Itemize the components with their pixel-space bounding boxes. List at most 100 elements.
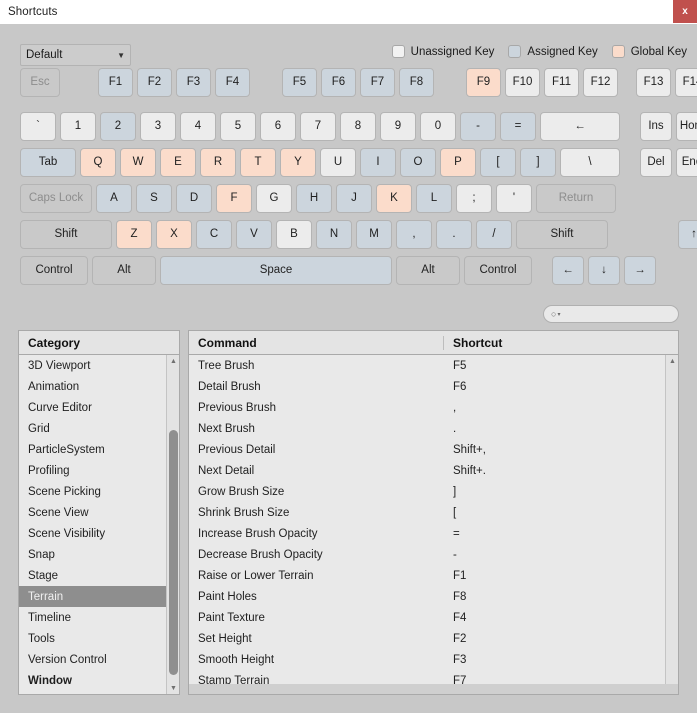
key-f5[interactable]: F5: [282, 68, 317, 97]
category-scrollbar[interactable]: ▲ ▼: [166, 355, 179, 694]
list-item[interactable]: Version Control: [19, 649, 179, 670]
key-tab[interactable]: Tab: [20, 148, 76, 177]
key-;[interactable]: ;: [456, 184, 492, 213]
key-h[interactable]: H: [296, 184, 332, 213]
scroll-up-icon[interactable]: ▲: [666, 355, 678, 368]
key-del[interactable]: Del: [640, 148, 672, 177]
key-f11[interactable]: F11: [544, 68, 579, 97]
key--[interactable]: -: [460, 112, 496, 141]
key-,[interactable]: ,: [396, 220, 432, 249]
key-←[interactable]: ←: [552, 256, 584, 285]
list-item[interactable]: Scene Picking: [19, 481, 179, 502]
key-f2[interactable]: F2: [137, 68, 172, 97]
list-item[interactable]: Timeline: [19, 607, 179, 628]
key-8[interactable]: 8: [340, 112, 376, 141]
table-row[interactable]: Detail Brush F6: [189, 376, 678, 397]
key-'[interactable]: ': [496, 184, 532, 213]
key-2[interactable]: 2: [100, 112, 136, 141]
key-1[interactable]: 1: [60, 112, 96, 141]
list-item[interactable]: Stage: [19, 565, 179, 586]
key-/[interactable]: /: [476, 220, 512, 249]
key-f12[interactable]: F12: [583, 68, 618, 97]
key-l[interactable]: L: [416, 184, 452, 213]
table-row[interactable]: Smooth Height F3: [189, 649, 678, 670]
key-shift[interactable]: Shift: [20, 220, 112, 249]
key-b[interactable]: B: [276, 220, 312, 249]
key-z[interactable]: Z: [116, 220, 152, 249]
key-f3[interactable]: F3: [176, 68, 211, 97]
key-f[interactable]: F: [216, 184, 252, 213]
key-c[interactable]: C: [196, 220, 232, 249]
key-f10[interactable]: F10: [505, 68, 540, 97]
key-i[interactable]: I: [360, 148, 396, 177]
key-v[interactable]: V: [236, 220, 272, 249]
key-f13[interactable]: F13: [636, 68, 671, 97]
key-f6[interactable]: F6: [321, 68, 356, 97]
list-item[interactable]: Grid: [19, 418, 179, 439]
key-x[interactable]: X: [156, 220, 192, 249]
key-n[interactable]: N: [316, 220, 352, 249]
scroll-up-icon[interactable]: ▲: [167, 355, 179, 368]
table-row[interactable]: Tree Brush F5: [189, 355, 678, 376]
table-row[interactable]: Previous Detail Shift+,: [189, 439, 678, 460]
scroll-down-icon[interactable]: ▼: [167, 682, 179, 694]
key-←[interactable]: ←: [540, 112, 620, 141]
key-a[interactable]: A: [96, 184, 132, 213]
search-field[interactable]: ○ ▾: [543, 305, 679, 323]
list-item[interactable]: Profiling: [19, 460, 179, 481]
command-scrollbar[interactable]: ▲ ▼: [665, 355, 678, 694]
search-input[interactable]: [564, 307, 665, 321]
key-`[interactable]: `: [20, 112, 56, 141]
key-k[interactable]: K: [376, 184, 412, 213]
key-f14[interactable]: F14: [675, 68, 697, 97]
key-hom[interactable]: Hom: [676, 112, 697, 141]
list-item[interactable]: Animation: [19, 376, 179, 397]
list-item[interactable]: ParticleSystem: [19, 439, 179, 460]
table-row[interactable]: Decrease Brush Opacity -: [189, 544, 678, 565]
table-row[interactable]: Increase Brush Opacity =: [189, 523, 678, 544]
key-.[interactable]: .: [436, 220, 472, 249]
list-item[interactable]: Scene View: [19, 502, 179, 523]
key-alt[interactable]: Alt: [92, 256, 156, 285]
list-item[interactable]: Tools: [19, 628, 179, 649]
table-row[interactable]: Set Height F2: [189, 628, 678, 649]
key-f7[interactable]: F7: [360, 68, 395, 97]
key-↑[interactable]: ↑: [678, 220, 697, 249]
key-↓[interactable]: ↓: [588, 256, 620, 285]
close-icon[interactable]: x: [673, 0, 697, 23]
key-s[interactable]: S: [136, 184, 172, 213]
command-scrollbar-thumb[interactable]: [668, 371, 677, 671]
key-0[interactable]: 0: [420, 112, 456, 141]
list-item[interactable]: Terrain: [19, 586, 179, 607]
list-item[interactable]: Snap: [19, 544, 179, 565]
list-item[interactable]: Curve Editor: [19, 397, 179, 418]
table-row[interactable]: Paint Holes F8: [189, 586, 678, 607]
table-row[interactable]: Paint Texture F4: [189, 607, 678, 628]
table-row[interactable]: Raise or Lower Terrain F1: [189, 565, 678, 586]
key-f8[interactable]: F8: [399, 68, 434, 97]
key-g[interactable]: G: [256, 184, 292, 213]
key-j[interactable]: J: [336, 184, 372, 213]
key-u[interactable]: U: [320, 148, 356, 177]
key-→[interactable]: →: [624, 256, 656, 285]
list-item[interactable]: Scene Visibility: [19, 523, 179, 544]
key-][interactable]: ]: [520, 148, 556, 177]
table-row[interactable]: Grow Brush Size]: [189, 481, 678, 502]
key-f9[interactable]: F9: [466, 68, 501, 97]
list-item[interactable]: 3D Viewport: [19, 355, 179, 376]
key-q[interactable]: Q: [80, 148, 116, 177]
key-end[interactable]: End: [676, 148, 697, 177]
key-f1[interactable]: F1: [98, 68, 133, 97]
table-row[interactable]: Shrink Brush Size [: [189, 502, 678, 523]
command-horizontal-scrollbar[interactable]: [189, 684, 678, 694]
key-\[interactable]: \: [560, 148, 620, 177]
table-row[interactable]: Previous Brush,: [189, 397, 678, 418]
table-row[interactable]: Next Brush.: [189, 418, 678, 439]
key-alt[interactable]: Alt: [396, 256, 460, 285]
key-p[interactable]: P: [440, 148, 476, 177]
key-shift[interactable]: Shift: [516, 220, 608, 249]
list-item[interactable]: Window: [19, 670, 179, 691]
key-y[interactable]: Y: [280, 148, 316, 177]
key-ins[interactable]: Ins: [640, 112, 672, 141]
key-3[interactable]: 3: [140, 112, 176, 141]
